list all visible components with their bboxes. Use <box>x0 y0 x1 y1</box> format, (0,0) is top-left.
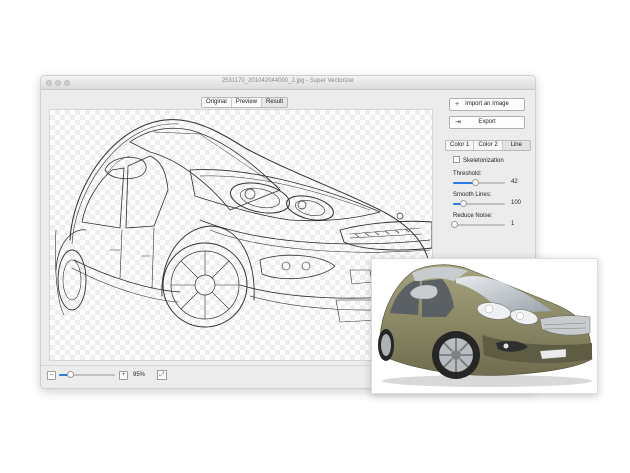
window-title: 2531170_201042044000_2.jpg - Super Vecto… <box>221 78 355 84</box>
threshold-value: 42 <box>511 179 518 185</box>
threshold-label: Threshold: <box>453 171 482 177</box>
import-image-button[interactable]: + Import an Image <box>449 98 525 111</box>
mode-tabs: Color 1 Color 2 Line <box>445 140 531 151</box>
tab-original[interactable]: Original <box>202 98 232 107</box>
rear-wheel <box>57 249 87 311</box>
skeletonization-label: Skeletonization <box>463 158 504 164</box>
title-bar[interactable]: 2531170_201042044000_2.jpg - Super Vecto… <box>41 76 535 90</box>
tab-result[interactable]: Result <box>262 98 288 107</box>
windshield-outline <box>129 127 281 211</box>
threshold-slider[interactable] <box>453 179 505 186</box>
view-mode-tabs: Original Preview Result <box>201 97 289 108</box>
reduce-noise-value: 1 <box>511 221 515 227</box>
fog-light-left <box>259 254 336 279</box>
original-photo-card <box>371 258 598 394</box>
checkbox-box[interactable] <box>453 156 460 163</box>
fit-to-window-icon[interactable]: ⤢ <box>157 370 167 380</box>
threshold-slider-knob[interactable] <box>472 179 479 186</box>
car-photo <box>378 264 593 387</box>
headlight-right <box>286 195 334 221</box>
tab-preview[interactable]: Preview <box>232 98 263 107</box>
zoom-in-button[interactable]: + <box>119 371 128 380</box>
smooth-lines-label: Smooth Lines: <box>453 192 492 198</box>
tab-line[interactable]: Line <box>502 141 530 150</box>
zoom-slider-knob[interactable] <box>67 371 74 378</box>
zoom-out-button[interactable]: – <box>47 371 56 380</box>
tab-color-2[interactable]: Color 2 <box>474 141 503 150</box>
reduce-noise-label: Reduce Noise: <box>453 213 493 219</box>
zoom-level-label: 95% <box>133 372 146 378</box>
zoom-slider[interactable] <box>59 371 115 378</box>
skeletonization-checkbox[interactable]: Skeletonization <box>453 156 504 164</box>
tab-color-1[interactable]: Color 1 <box>446 141 475 150</box>
export-button[interactable]: ⇥ Export <box>449 116 525 129</box>
smooth-lines-slider-knob[interactable] <box>460 200 467 207</box>
reduce-noise-slider[interactable] <box>451 221 505 228</box>
front-grille <box>339 220 432 251</box>
reduce-noise-slider-knob[interactable] <box>451 221 458 228</box>
smooth-lines-value: 100 <box>511 200 522 206</box>
smooth-lines-slider[interactable] <box>453 200 505 207</box>
